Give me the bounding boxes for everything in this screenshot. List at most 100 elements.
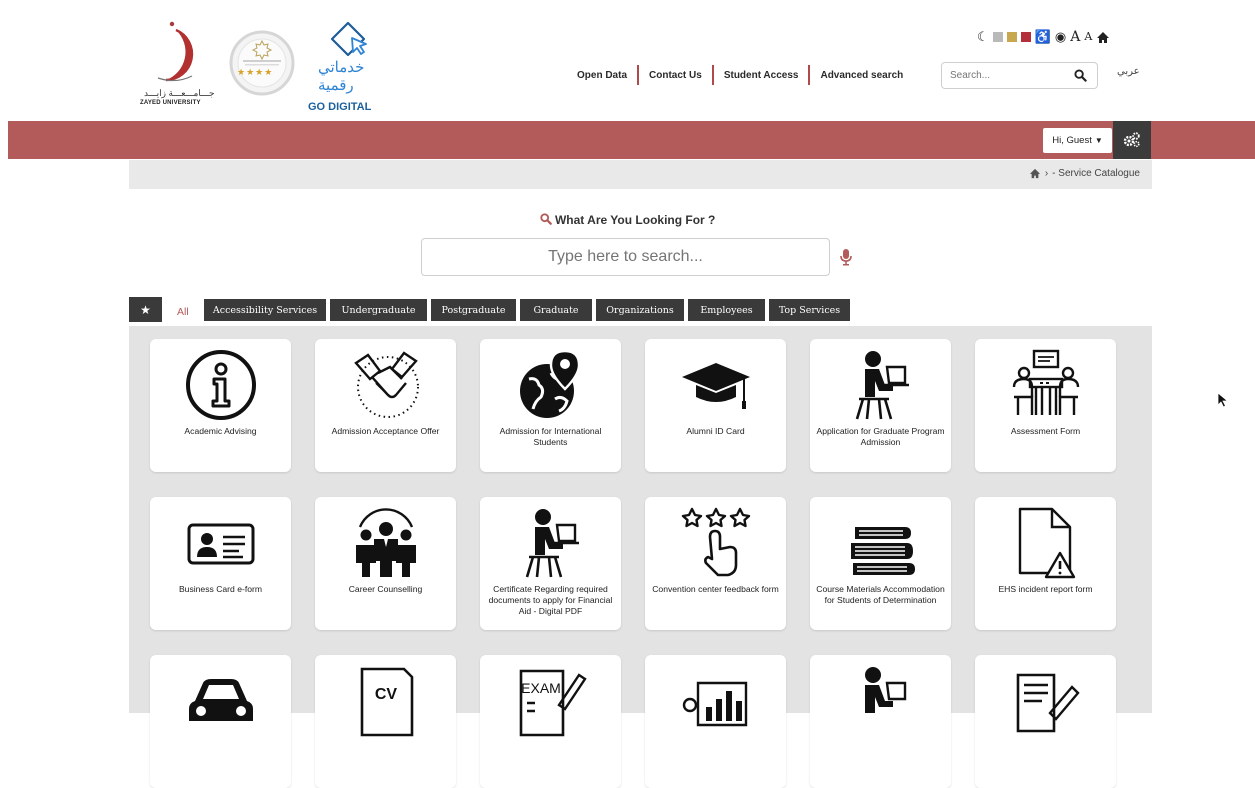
nav-home[interactable]: Home	[140, 12, 188, 24]
nav-home-label: Home	[157, 12, 188, 24]
service-card[interactable]: Course Materials Accommodation for Stude…	[810, 497, 951, 630]
service-card[interactable]	[810, 655, 951, 788]
award-stars: ★★★★	[237, 67, 274, 77]
award-seal-icon	[229, 30, 295, 96]
service-card[interactable]: Certificate Regarding required documents…	[480, 497, 621, 630]
search-icon	[539, 213, 552, 225]
service-card-label: Business Card e-form	[178, 584, 263, 594]
chevron-right-icon: ›	[1044, 168, 1049, 179]
microphone-icon[interactable]	[839, 248, 853, 266]
chevron-down-icon: ⌄	[350, 12, 359, 23]
go-digital-arabic-1: خدماتي	[318, 59, 365, 76]
guest-label: Hi, Guest	[1052, 135, 1092, 146]
service-card-label: Certificate Regarding required documents…	[488, 584, 613, 616]
tab-undergraduate[interactable]: Undergraduate	[330, 299, 427, 321]
service-card-label: Admission Acceptance Offer	[331, 426, 440, 436]
nav-account[interactable]: Account ⌄	[289, 12, 358, 24]
category-tabs: ★ All Accessibility Services Undergradua…	[129, 297, 1152, 326]
breadcrumb-trail: › - Service Catalogue	[1029, 168, 1140, 179]
person-at-laptop-icon	[855, 351, 909, 420]
go-digital-arabic-2: رقمية	[318, 77, 354, 94]
service-card[interactable]: CV	[315, 655, 456, 788]
wheelchair-icon[interactable]: ♿	[1035, 29, 1051, 45]
service-card-label: Admission for International Students	[499, 426, 602, 447]
student-access-link[interactable]: Student Access	[714, 70, 809, 81]
service-card-label: Convention center feedback form	[652, 584, 779, 594]
text-decrease-button[interactable]: A	[1084, 29, 1092, 45]
service-card[interactable]: EHS incident report form	[975, 497, 1116, 630]
service-search-input[interactable]	[422, 239, 829, 275]
star-icon: ★	[140, 302, 151, 317]
eye-icon[interactable]: ◉	[1055, 29, 1066, 45]
gears-icon	[1123, 132, 1140, 148]
search-icon[interactable]	[1074, 69, 1087, 82]
service-card[interactable]: Academic Advising	[150, 339, 291, 472]
language-toggle[interactable]: عربي	[1117, 66, 1140, 77]
mouse-cursor-icon	[1217, 392, 1229, 408]
zayed-university-logo[interactable]: جـــامـــعـــة زايـــد ZAYED UNIVERSITY	[138, 20, 215, 112]
service-card[interactable]: Application for Graduate Program Admissi…	[810, 339, 951, 472]
books-stack-icon	[851, 527, 915, 575]
tab-employees[interactable]: Employees	[688, 299, 765, 321]
gold-theme-swatch[interactable]	[1006, 32, 1017, 42]
presentation-chart-icon	[682, 681, 748, 727]
service-card[interactable]: Assessment Form	[975, 339, 1116, 472]
service-card[interactable]: Business Card e-form	[150, 497, 291, 630]
rating-stars-click-icon	[681, 507, 751, 577]
service-card-label: EHS incident report form	[998, 584, 1093, 594]
service-card[interactable]: Alumni ID Card	[645, 339, 786, 472]
service-card[interactable]: EXAM	[480, 655, 621, 788]
tab-postgraduate[interactable]: Postgraduate	[431, 299, 516, 321]
tab-top-services[interactable]: Top Services	[769, 299, 850, 321]
search-heading-text: What Are You Looking For ?	[554, 213, 716, 227]
zu-english-name: ZAYED UNIVERSITY	[140, 100, 201, 106]
accessibility-toolbar: ☾ ♿ ◉ A A	[977, 28, 1110, 46]
advanced-search-link[interactable]: Advanced search	[810, 70, 913, 81]
service-card[interactable]	[150, 655, 291, 788]
service-card[interactable]: Admission for International Students	[480, 339, 621, 472]
tab-favorites[interactable]: ★	[129, 297, 162, 322]
guest-menu-button[interactable]: Hi, Guest ▼	[1043, 128, 1112, 153]
home-icon[interactable]	[1029, 168, 1041, 179]
handshake-icon	[354, 351, 419, 418]
service-grid: Academic Advising Admission Acceptance O…	[129, 326, 1152, 788]
meeting-table-icon	[1012, 349, 1080, 415]
red-theme-swatch[interactable]	[1020, 32, 1031, 42]
service-card[interactable]	[975, 655, 1116, 788]
home-icon	[140, 13, 152, 23]
gray-theme-swatch[interactable]	[992, 32, 1003, 42]
tab-organizations[interactable]: Organizations	[596, 299, 684, 321]
service-card[interactable]	[645, 655, 786, 788]
service-search	[421, 238, 830, 276]
service-card[interactable]: Admission Acceptance Offer	[315, 339, 456, 472]
search-heading: What Are You Looking For ?	[0, 213, 1255, 227]
nav-account-label: Account	[304, 12, 346, 24]
team-icon	[356, 508, 416, 577]
tab-all[interactable]: All	[165, 297, 201, 326]
form-edit-icon	[1016, 673, 1080, 733]
header: جـــامـــعـــة زايـــد ZAYED UNIVERSITY …	[0, 0, 1255, 121]
settings-button[interactable]	[1113, 121, 1151, 159]
caret-down-icon: ▼	[1094, 136, 1103, 145]
contact-us-link[interactable]: Contact Us	[639, 70, 712, 81]
go-digital-english: GO DIGITAL	[308, 101, 372, 113]
header-search-input[interactable]	[942, 63, 1062, 88]
tab-accessibility-services[interactable]: Accessibility Services	[204, 299, 326, 321]
service-card-label: Academic Advising	[184, 426, 257, 436]
nav-services[interactable]: Services	[204, 12, 269, 24]
service-card[interactable]: Convention center feedback form	[645, 497, 786, 630]
service-card[interactable]: Career Counselling	[315, 497, 456, 630]
document-warning-icon	[1018, 507, 1076, 579]
tab-graduate[interactable]: Graduate	[520, 299, 592, 321]
user-icon	[289, 12, 299, 24]
globe-location-icon	[520, 349, 581, 418]
service-card-label: Course Materials Accommodation for Stude…	[816, 584, 945, 605]
home-icon[interactable]	[1096, 31, 1110, 44]
open-data-link[interactable]: Open Data	[567, 70, 637, 81]
service-card-label: Alumni ID Card	[686, 426, 745, 436]
go-digital-logo[interactable]: خدماتي رقمية GO DIGITAL	[308, 20, 380, 115]
text-increase-button[interactable]: A	[1070, 29, 1080, 45]
dark-mode-icon[interactable]: ☾	[977, 29, 989, 45]
cv-document-icon: CV	[360, 667, 414, 737]
zu-arabic-name: جـــامـــعـــة زايـــد	[144, 88, 215, 98]
